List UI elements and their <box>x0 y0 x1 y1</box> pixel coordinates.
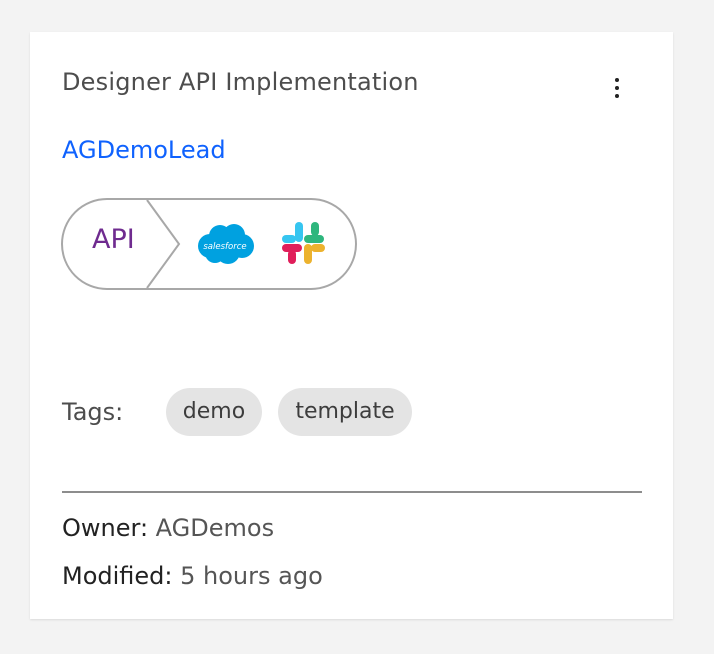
flow-diagram: API salesforce <box>61 198 359 292</box>
divider <box>62 491 642 493</box>
owner-value: AGDemos <box>155 514 275 542</box>
tag-chip-template[interactable]: template <box>278 388 412 436</box>
owner-label: Owner: <box>62 514 149 542</box>
card-title: Designer API Implementation <box>62 68 419 96</box>
modified-label: Modified: <box>62 562 173 590</box>
modified-row: Modified: 5 hours ago <box>62 562 323 590</box>
flow-card[interactable]: Designer API Implementation AGDemoLead A… <box>30 32 673 619</box>
tag-chip-demo[interactable]: demo <box>166 388 262 436</box>
salesforce-icon: salesforce <box>198 224 254 264</box>
overflow-menu-icon[interactable] <box>602 70 632 106</box>
api-trigger-label: API <box>92 224 135 255</box>
modified-value: 5 hours ago <box>180 562 323 590</box>
tags-label: Tags: <box>62 398 124 426</box>
owner-row: Owner: AGDemos <box>62 514 274 542</box>
lead-link[interactable]: AGDemoLead <box>62 136 226 164</box>
salesforce-icon-text: salesforce <box>203 242 246 252</box>
slack-icon <box>282 222 325 264</box>
